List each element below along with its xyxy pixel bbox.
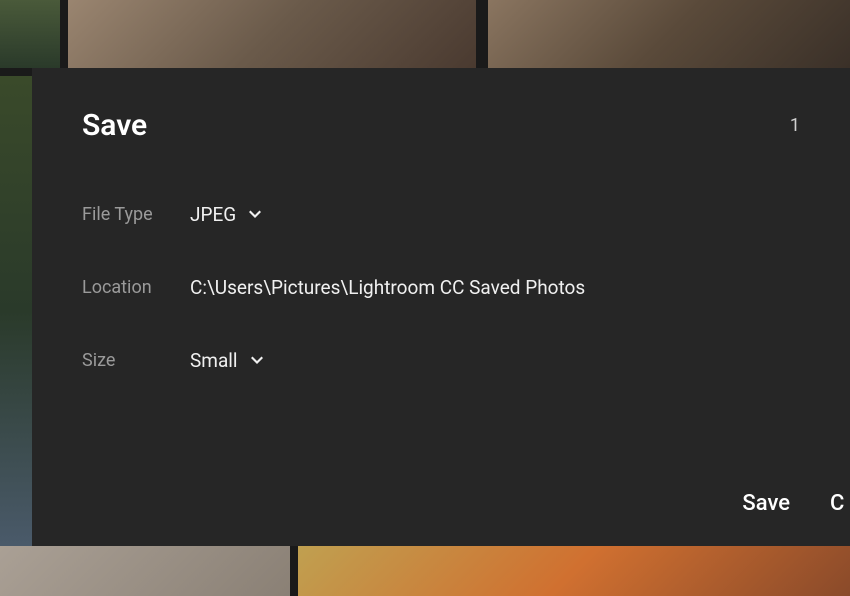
cancel-button[interactable]: C [830,491,846,516]
location-path[interactable]: C:\Users\Pictures\Lightroom CC Saved Pho… [190,276,585,299]
file-type-row: File Type JPEG [82,203,800,226]
background-thumbnail [0,546,290,596]
background-thumbnail [0,76,32,546]
file-type-dropdown[interactable]: JPEG [190,203,262,226]
size-row: Size Small [82,349,800,372]
save-button[interactable]: Save [742,491,790,516]
file-type-value: JPEG [190,203,236,226]
size-label: Size [82,350,190,371]
file-type-label: File Type [82,204,190,225]
location-row: Location C:\Users\Pictures\Lightroom CC … [82,276,800,299]
chevron-down-icon [248,208,262,222]
dialog-actions: Save C [742,491,850,516]
save-dialog: Save 1 File Type JPEG Location C:\Users\… [32,68,850,546]
chevron-down-icon [250,354,264,368]
dialog-title: Save [82,108,147,143]
size-dropdown[interactable]: Small [190,349,264,372]
photo-count: 1 [790,115,800,136]
dialog-header: Save 1 [82,108,800,143]
background-thumbnail [298,546,850,596]
background-thumbnail [488,0,850,68]
background-thumbnail [0,0,60,68]
size-value: Small [190,349,238,372]
location-label: Location [82,277,190,298]
background-thumbnail [68,0,476,68]
